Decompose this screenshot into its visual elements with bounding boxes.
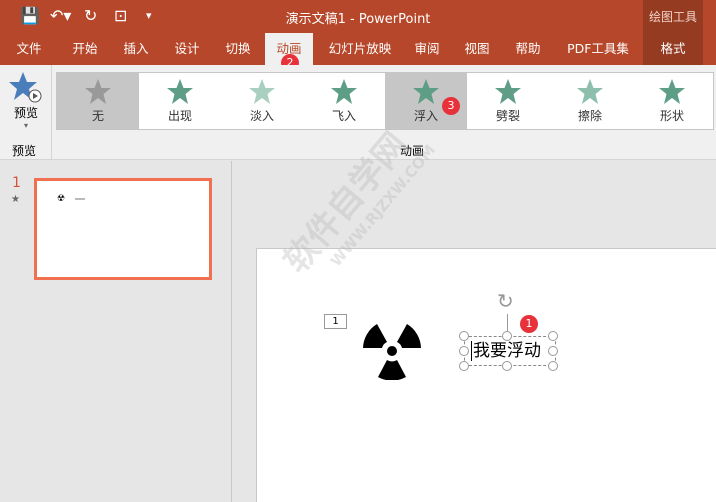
- animation-star-icon: [167, 79, 193, 104]
- step-badge-1: 1: [520, 315, 538, 333]
- animation-option-label: 飞入: [331, 109, 356, 123]
- animation-option-label: 淡入: [249, 109, 274, 123]
- thumbnail-radiation-icon: ☢: [57, 194, 66, 204]
- resize-handle[interactable]: [459, 331, 469, 341]
- preview-label: 预览: [13, 106, 38, 120]
- preview-dropdown-icon[interactable]: ▾: [6, 121, 46, 130]
- tab-transitions[interactable]: 切换: [216, 33, 260, 65]
- animation-star-icon: [331, 79, 357, 104]
- preview-button[interactable]: 预览 ▾: [6, 71, 46, 130]
- title-bar: 💾 ↶▾ ↻ ⊡ ▾ 演示文稿1 - PowerPoint: [0, 0, 716, 33]
- tab-pdf-tools[interactable]: PDF工具集: [560, 33, 636, 65]
- animation-option[interactable]: 无: [57, 73, 139, 129]
- slide-thumbnail[interactable]: ☢: [34, 178, 212, 280]
- animation-option-label: 擦除: [577, 109, 602, 123]
- ribbon: 预览 ▾ 预览 无出现 淡入 飞入 浮入 劈裂 擦除 形状 动画 3: [0, 65, 716, 160]
- resize-handle[interactable]: [502, 331, 512, 341]
- group-divider: [51, 65, 52, 160]
- tab-slideshow[interactable]: 幻灯片放映: [322, 33, 398, 65]
- animation-option[interactable]: 形状: [631, 73, 713, 129]
- preview-group-label: 预览: [12, 144, 37, 158]
- animation-option-label: 劈裂: [495, 109, 520, 123]
- animation-group-label: 动画: [400, 144, 425, 158]
- tab-help[interactable]: 帮助: [506, 33, 550, 65]
- animation-option[interactable]: 擦除: [549, 73, 631, 129]
- animation-option-label: 形状: [659, 109, 684, 123]
- tab-home[interactable]: 开始: [62, 33, 108, 65]
- tab-review[interactable]: 审阅: [405, 33, 449, 65]
- animation-star-icon: [659, 79, 685, 104]
- window-title: 演示文稿1 - PowerPoint: [285, 12, 431, 27]
- rotate-handle-icon[interactable]: ↻: [497, 289, 514, 313]
- animation-star-icon: [413, 79, 439, 104]
- resize-handle[interactable]: [548, 346, 558, 356]
- tab-format[interactable]: 格式: [643, 33, 703, 65]
- tab-view[interactable]: 视图: [455, 33, 499, 65]
- resize-handle[interactable]: [548, 331, 558, 341]
- textbox-text[interactable]: 我要浮动: [471, 341, 541, 361]
- radiation-icon[interactable]: [361, 322, 423, 380]
- ribbon-tabs: 文件 开始 插入 设计 切换 动画 幻灯片放映 审阅 视图 帮助 PDF工具集: [0, 33, 716, 65]
- resize-handle[interactable]: [502, 361, 512, 371]
- animation-option[interactable]: 劈裂: [467, 73, 549, 129]
- animation-option-label: 出现: [167, 109, 192, 123]
- resize-handle[interactable]: [548, 361, 558, 371]
- tab-file[interactable]: 文件: [8, 33, 50, 65]
- thumbnail-text: [75, 198, 85, 200]
- animation-star-icon: ★: [11, 194, 20, 205]
- resize-handle[interactable]: [459, 361, 469, 371]
- drawing-tools-context: 绘图工具 格式: [643, 0, 703, 65]
- animation-star-icon: [249, 79, 275, 104]
- tab-insert[interactable]: 插入: [114, 33, 158, 65]
- animation-star-icon: [85, 79, 111, 104]
- animation-option[interactable]: 出现: [139, 73, 221, 129]
- slides-panel: 1 ★ ☢: [0, 161, 232, 502]
- preview-star-icon: [9, 72, 42, 103]
- slide: 1 我要浮动 ↻ 1: [256, 248, 716, 502]
- animation-option[interactable]: 淡入: [221, 73, 303, 129]
- animation-option-label: 无: [91, 109, 104, 123]
- step-badge-3: 3: [442, 97, 460, 115]
- resize-handle[interactable]: [459, 346, 469, 356]
- animation-star-icon: [495, 79, 521, 104]
- context-tab-label: 绘图工具: [648, 10, 697, 24]
- animation-option[interactable]: 飞入: [303, 73, 385, 129]
- animation-star-icon: [577, 79, 603, 104]
- animation-gallery: 无出现 淡入 飞入 浮入 劈裂 擦除 形状: [56, 72, 714, 130]
- slide-number: 1: [12, 175, 21, 191]
- animation-order-tag[interactable]: 1: [324, 314, 347, 329]
- tab-design[interactable]: 设计: [165, 33, 209, 65]
